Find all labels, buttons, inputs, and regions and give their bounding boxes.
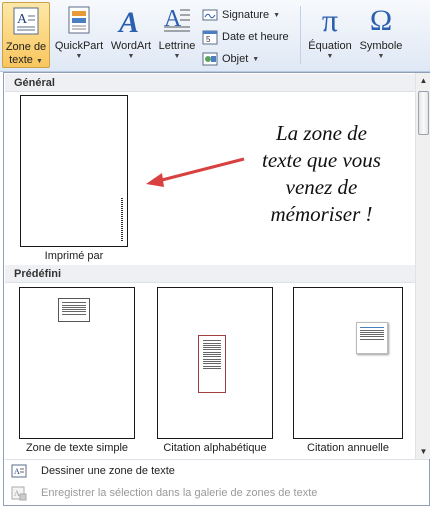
annotation-text: La zone de texte que vous venez de mémor… [262, 121, 381, 226]
gallery-thumbnail [19, 287, 135, 439]
object-label: Objet [222, 53, 249, 65]
mini-textbox [58, 298, 90, 322]
object-button[interactable]: Objet ▼ [202, 50, 259, 68]
calendar-icon: 5 [202, 29, 218, 45]
chevron-down-icon: ▼ [127, 53, 135, 60]
dropcap-icon: A [161, 4, 193, 36]
lettrine-button[interactable]: A Lettrine ▼ [156, 2, 198, 68]
section-header-general: Général [5, 74, 415, 92]
wordart-label: WordArt [110, 40, 152, 52]
save-selection-label: Enregistrer la sélection dans la galerie… [41, 487, 318, 499]
gallery-thumbnail [157, 287, 273, 439]
equation-label: Équation [308, 40, 352, 52]
signature-icon [202, 7, 218, 23]
gallery-item-simple[interactable]: Zone de texte simple [12, 285, 142, 457]
save-to-gallery-icon: A [11, 485, 27, 501]
textbox-button[interactable]: A Zone de texte ▼ [2, 2, 50, 68]
scroll-down-icon[interactable]: ▼ [416, 444, 430, 459]
wordart-button[interactable]: A WordArt ▼ [108, 2, 154, 68]
gallery-scrollbar[interactable]: ▲ ▼ [415, 73, 430, 459]
equation-button[interactable]: π Équation ▼ [304, 2, 356, 68]
signature-label: Signature [222, 9, 270, 21]
mini-textbox [356, 322, 388, 354]
pi-icon: π [321, 1, 339, 38]
textbox-label-line1: Zone de [5, 41, 47, 53]
mini-textbox [198, 335, 226, 393]
svg-text:A: A [14, 467, 20, 476]
svg-text:A: A [17, 12, 28, 27]
insert-ribbon: A Zone de texte ▼ QuickPart ▼ A WordArt … [0, 0, 430, 72]
svg-text:A: A [164, 6, 182, 32]
textbox-label-line2: texte ▼ [9, 54, 43, 66]
scroll-up-icon[interactable]: ▲ [416, 73, 430, 88]
draw-textbox-label: Dessiner une zone de texte [41, 465, 175, 477]
chevron-down-icon: ▼ [273, 11, 281, 19]
gallery-item-annuelle[interactable]: Citation annuelle [286, 285, 416, 457]
gallery-item-label: Citation annuelle [307, 442, 389, 454]
vertical-text-mark [121, 198, 123, 242]
chevron-down-icon: ▼ [326, 53, 334, 60]
symbol-button[interactable]: Ω Symbole ▼ [358, 2, 404, 68]
quickpart-icon [63, 4, 95, 36]
textbox-gallery-panel: Général Imprimé par La zone de texte que… [3, 72, 430, 506]
omega-icon: Ω [369, 3, 393, 37]
gallery-thumbnail [20, 95, 128, 247]
svg-text:A: A [117, 6, 139, 35]
quickpart-button[interactable]: QuickPart ▼ [52, 2, 106, 68]
lettrine-label: Lettrine [158, 40, 196, 52]
datetime-button[interactable]: 5 Date et heure [202, 28, 289, 46]
scrollbar-thumb[interactable] [418, 91, 429, 135]
textbox-icon: A [10, 5, 42, 37]
section-header-predefined: Prédéfini [5, 265, 415, 283]
svg-text:A: A [14, 489, 20, 498]
chevron-down-icon: ▼ [75, 53, 83, 60]
object-icon [202, 51, 218, 67]
gallery-item-label: Citation alphabétique [163, 442, 267, 454]
draw-textbox-menu-item[interactable]: A Dessiner une zone de texte [5, 460, 429, 482]
gallery-item-imprime-par[interactable]: Imprimé par [14, 93, 134, 265]
quickpart-label: QuickPart [54, 40, 104, 52]
signature-button[interactable]: Signature ▼ [202, 6, 280, 24]
ribbon-separator [300, 6, 301, 64]
save-selection-menu-item[interactable]: A Enregistrer la sélection dans la galer… [5, 482, 429, 504]
chevron-down-icon: ▼ [173, 53, 181, 60]
wordart-icon: A [115, 4, 147, 36]
chevron-down-icon: ▼ [377, 53, 385, 60]
gallery-item-alphabetique[interactable]: Citation alphabétique [150, 285, 280, 457]
gallery-item-label: Imprimé par [44, 250, 104, 262]
symbol-label: Symbole [359, 40, 403, 52]
chevron-down-icon: ▼ [252, 55, 260, 63]
gallery-item-label: Zone de texte simple [25, 442, 129, 454]
svg-text:5: 5 [206, 35, 211, 44]
draw-textbox-icon: A [11, 463, 27, 479]
gallery-thumbnail [293, 287, 403, 439]
datetime-label: Date et heure [222, 31, 289, 43]
